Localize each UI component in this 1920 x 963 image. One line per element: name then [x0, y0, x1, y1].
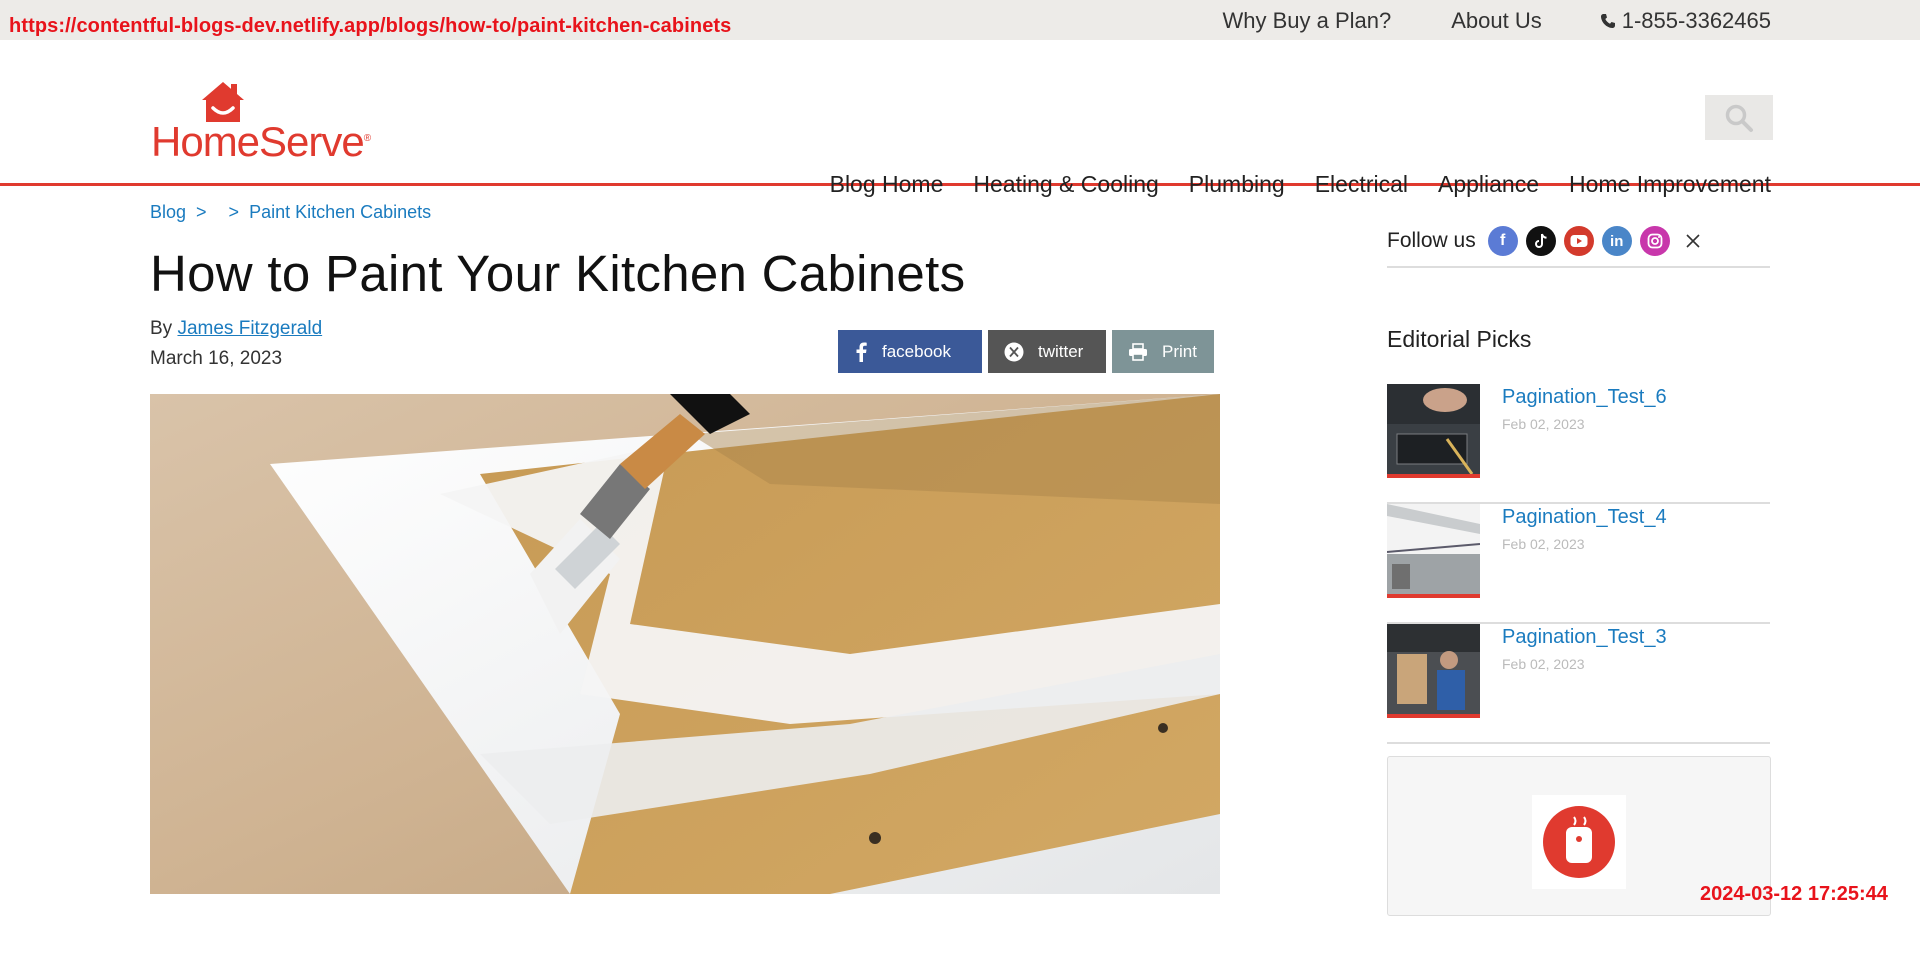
linkedin-icon[interactable]: in	[1601, 226, 1632, 256]
print-icon	[1128, 342, 1148, 361]
breadcrumb: Blog > > Paint Kitchen Cabinets	[150, 202, 441, 223]
phone-icon	[1600, 14, 1615, 28]
x-icon[interactable]	[1678, 226, 1708, 256]
utility-bar: https://contentful-blogs-dev.netlify.app…	[0, 0, 1920, 40]
breadcrumb-separator: >	[196, 202, 207, 222]
pick-thumbnail[interactable]	[1387, 384, 1480, 478]
pick-date: Feb 02, 2023	[1502, 536, 1585, 552]
site-header: HomeServe® Blog Home Heating & Cooling P…	[0, 40, 1920, 197]
publish-date: March 16, 2023	[150, 348, 283, 369]
phone-link[interactable]: 1-855-3362465	[1600, 8, 1771, 34]
by-label: By	[150, 318, 173, 339]
share-facebook-button[interactable]: facebook	[838, 330, 982, 373]
tiktok-icon[interactable]	[1525, 226, 1556, 256]
pick-thumbnail[interactable]	[1387, 624, 1480, 718]
pick-date: Feb 02, 2023	[1502, 416, 1585, 432]
article-title: How to Paint Your Kitchen Cabinets	[150, 245, 966, 302]
phone-number: 1-855-3362465	[1621, 8, 1771, 33]
why-buy-plan-link[interactable]: Why Buy a Plan?	[1223, 8, 1392, 34]
homeserve-logo[interactable]: HomeServe®	[150, 80, 371, 198]
pick-title[interactable]: Pagination_Test_6	[1502, 386, 1667, 409]
hero-image	[150, 394, 1220, 894]
pick-date: Feb 02, 2023	[1502, 656, 1585, 672]
breadcrumb-blog[interactable]: Blog	[150, 202, 186, 223]
instagram-icon[interactable]	[1639, 226, 1670, 256]
share-facebook-label: facebook	[882, 341, 951, 361]
author-link[interactable]: James Fitzgerald	[177, 318, 322, 339]
nav-heating-cooling[interactable]: Heating & Cooling	[973, 171, 1158, 198]
about-us-link[interactable]: About Us	[1451, 8, 1542, 34]
capture-timestamp: 2024-03-12 17:25:44	[1700, 883, 1888, 905]
water-heater-icon	[1532, 795, 1626, 889]
print-label: Print	[1162, 341, 1197, 361]
follow-us-bar: Follow us f in	[1387, 216, 1770, 268]
utility-nav: Why Buy a Plan? About Us 1-855-3362465	[1163, 8, 1772, 34]
nav-appliance[interactable]: Appliance	[1438, 171, 1539, 198]
breadcrumb-current[interactable]: Paint Kitchen Cabinets	[249, 202, 431, 223]
pick-thumbnail[interactable]	[1387, 504, 1480, 598]
main-nav: Blog Home Heating & Cooling Plumbing Ele…	[800, 171, 1771, 198]
share-twitter-button[interactable]: twitter	[988, 330, 1106, 373]
editorial-picks-heading: Editorial Picks	[1387, 326, 1532, 352]
nav-plumbing[interactable]: Plumbing	[1189, 171, 1285, 198]
nav-blog-home[interactable]: Blog Home	[830, 171, 944, 198]
facebook-icon[interactable]: f	[1487, 226, 1518, 256]
editorial-pick-item[interactable]: Pagination_Test_4 Feb 02, 2023	[1387, 504, 1770, 624]
editorial-pick-item[interactable]: Pagination_Test_6 Feb 02, 2023	[1387, 384, 1770, 504]
logo-wordmark: HomeServe®	[151, 118, 371, 165]
print-button[interactable]: Print	[1112, 330, 1214, 373]
byline: By James Fitzgerald	[150, 318, 322, 340]
editorial-pick-item[interactable]: Pagination_Test_3 Feb 02, 2023	[1387, 624, 1770, 744]
search-icon	[1725, 104, 1753, 132]
search-button[interactable]	[1705, 95, 1773, 140]
breadcrumb-separator: >	[228, 202, 240, 222]
nav-electrical[interactable]: Electrical	[1315, 171, 1408, 198]
share-twitter-label: twitter	[1038, 341, 1084, 361]
follow-us-label: Follow us	[1387, 229, 1476, 252]
x-icon	[1004, 342, 1024, 362]
pick-title[interactable]: Pagination_Test_4	[1502, 506, 1667, 529]
youtube-icon[interactable]	[1563, 226, 1594, 256]
page: https://contentful-blogs-dev.netlify.app…	[0, 0, 1920, 963]
pick-title[interactable]: Pagination_Test_3	[1502, 626, 1667, 649]
facebook-icon	[854, 342, 868, 362]
url-overlay: https://contentful-blogs-dev.netlify.app…	[9, 15, 732, 37]
nav-home-improvement[interactable]: Home Improvement	[1569, 171, 1771, 198]
